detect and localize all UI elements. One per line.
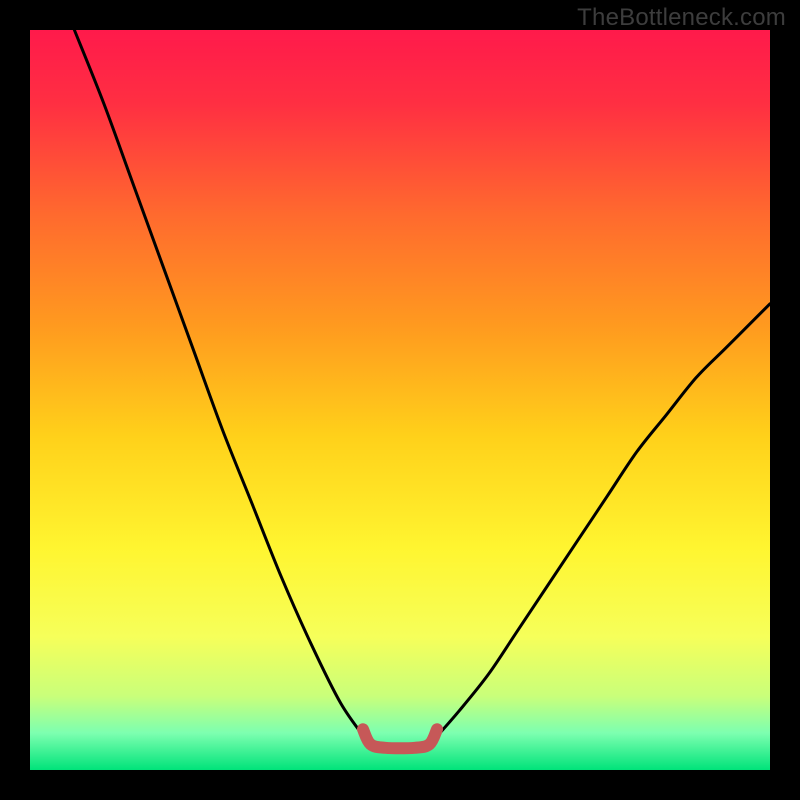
watermark-text: TheBottleneck.com (577, 4, 786, 32)
chart-frame: TheBottleneck.com (0, 0, 800, 800)
gradient-background (30, 30, 770, 770)
bottleneck-chart (0, 0, 800, 800)
